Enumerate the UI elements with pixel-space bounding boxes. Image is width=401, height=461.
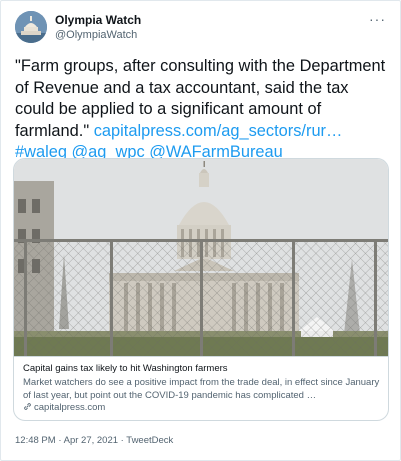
author-names[interactable]: Olympia Watch @OlympiaWatch xyxy=(55,13,141,42)
more-options-icon[interactable]: ··· xyxy=(369,12,386,26)
user-handle[interactable]: @OlympiaWatch xyxy=(55,28,141,42)
card-title[interactable]: Capital gains tax likely to hit Washingt… xyxy=(23,363,381,375)
tweet-source[interactable]: TweetDeck xyxy=(126,435,173,446)
article-link[interactable]: capitalpress.com/ag_sectors/rur… xyxy=(94,122,343,140)
card-domain-text: capitalpress.com xyxy=(34,402,106,413)
card-info[interactable]: Capital gains tax likely to hit Washingt… xyxy=(14,356,388,420)
tweet-text: "Farm groups, after consulting with the … xyxy=(15,56,390,164)
tweet-footer: 12:48 PM · Apr 27, 2021 · TweetDeck xyxy=(15,435,173,447)
footer-separator: · xyxy=(58,435,62,446)
card-domain: capitalpress.com xyxy=(23,402,381,414)
link-preview-card[interactable]: Capital gains tax likely to hit Washingt… xyxy=(13,158,389,421)
tweet-card: Olympia Watch @OlympiaWatch ··· "Farm gr… xyxy=(0,0,401,461)
link-icon xyxy=(24,403,31,410)
tweet-date[interactable]: Apr 27, 2021 xyxy=(64,435,118,446)
card-image-capitol-behind-fence[interactable] xyxy=(14,159,388,356)
tweet-time[interactable]: 12:48 PM xyxy=(15,435,56,446)
display-name[interactable]: Olympia Watch xyxy=(55,13,141,28)
avatar[interactable] xyxy=(15,11,47,43)
footer-separator: · xyxy=(120,435,124,446)
tweet-header: Olympia Watch @OlympiaWatch ··· xyxy=(15,11,390,45)
card-description: Market watchers do see a positive impact… xyxy=(23,377,380,401)
